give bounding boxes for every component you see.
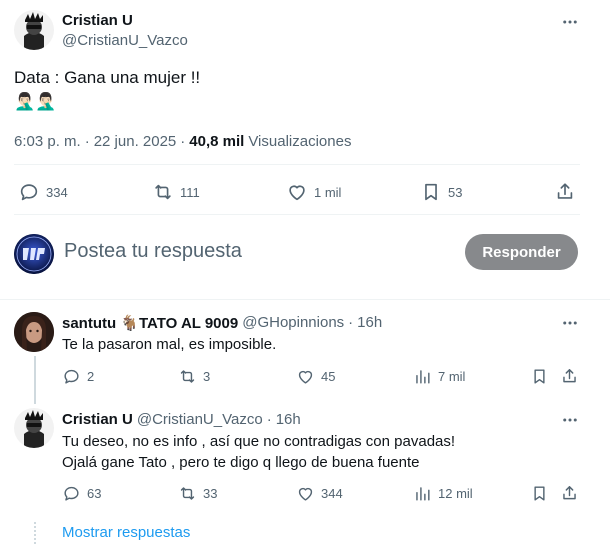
- reply2-author-name[interactable]: Cristian U: [62, 411, 133, 428]
- divider: [14, 214, 580, 215]
- analytics-icon: [413, 484, 432, 503]
- divider: [0, 299, 610, 300]
- views-count: 40,8 mil: [189, 133, 245, 150]
- bookmark-icon: [530, 484, 549, 503]
- post-date[interactable]: 22 jun. 2025: [94, 133, 177, 150]
- reply-icon: [18, 181, 40, 203]
- main-author-handle[interactable]: @CristianU_Vazco: [62, 32, 188, 49]
- post-time[interactable]: 6:03 p. m.: [14, 133, 81, 150]
- main-author-name[interactable]: Cristian U: [62, 12, 133, 29]
- main-author-avatar[interactable]: [14, 10, 54, 50]
- reply2-more-options-icon[interactable]: [556, 406, 584, 434]
- reply1-text: Te la pasaron mal, es imposible.: [62, 336, 277, 353]
- reply-icon: [62, 367, 81, 386]
- reply-icon: [62, 484, 81, 503]
- reply2-views-count: 12 mil: [438, 486, 473, 501]
- reply-submit-button[interactable]: Responder: [465, 234, 578, 270]
- reply2-share-button[interactable]: [560, 484, 579, 503]
- repost-count: 111: [180, 184, 200, 200]
- reply1-views-count: 7 mil: [438, 369, 466, 384]
- reply2-bookmark-button[interactable]: [530, 484, 549, 503]
- reply2-like-count: 344: [321, 486, 343, 501]
- main-share-button[interactable]: [554, 181, 576, 203]
- reply2-reply-button[interactable]: 63: [62, 484, 101, 503]
- divider: [14, 164, 580, 165]
- reply1-like-button[interactable]: 45: [296, 367, 335, 386]
- heart-icon: [286, 181, 308, 203]
- repost-icon: [178, 367, 197, 386]
- reply-count: 334: [46, 184, 68, 200]
- reply1-share-button[interactable]: [560, 367, 579, 386]
- reply1-reply-button[interactable]: 2: [62, 367, 94, 386]
- reply2-repost-button[interactable]: 33: [178, 484, 217, 503]
- reply2-header: Cristian U @CristianU_Vazco · 16h: [62, 411, 301, 428]
- reply1-separator: ·: [348, 314, 354, 331]
- thread-connector: [34, 356, 36, 404]
- reply2-author-handle[interactable]: @CristianU_Vazco: [137, 411, 263, 428]
- heart-icon: [296, 367, 315, 386]
- reply2-repost-count: 33: [203, 486, 218, 501]
- reply1-bookmark-button[interactable]: [530, 367, 549, 386]
- post-meta: 6:03 p. m. · 22 jun. 2025 · 40,8 mil Vis…: [14, 133, 351, 150]
- heart-icon: [296, 484, 315, 503]
- repost-icon: [152, 181, 174, 203]
- reply1-more-options-icon[interactable]: [556, 309, 584, 337]
- reply1-like-count: 45: [321, 369, 336, 384]
- reply1-repost-button[interactable]: 3: [178, 367, 210, 386]
- analytics-icon: [413, 367, 432, 386]
- reply1-author-handle[interactable]: @GHopinnions: [242, 314, 344, 332]
- share-icon: [554, 181, 576, 203]
- reply2-views-button[interactable]: 12 mil: [413, 484, 473, 503]
- reply1-author-name[interactable]: santutu 🐐TATO AL 9009: [62, 314, 238, 332]
- bookmark-count: 53: [448, 184, 463, 200]
- reply-input[interactable]: Postea tu respuesta: [64, 240, 242, 263]
- bookmark-icon: [530, 367, 549, 386]
- meta-separator: ·: [84, 133, 90, 150]
- reply1-repost-count: 3: [203, 369, 211, 384]
- reply1-header: santutu 🐐TATO AL 9009 @GHopinnions · 16h: [62, 314, 382, 332]
- current-user-avatar[interactable]: [14, 234, 54, 274]
- reply1-author-avatar[interactable]: [14, 312, 54, 352]
- reply2-reply-count: 63: [87, 486, 102, 501]
- more-options-icon[interactable]: [556, 8, 584, 36]
- main-bookmark-button[interactable]: 53: [420, 181, 462, 203]
- thread-continuation-dots: [34, 522, 36, 544]
- repost-icon: [178, 484, 197, 503]
- like-count: 1 mil: [314, 184, 342, 200]
- show-replies-link[interactable]: Mostrar respuestas: [62, 524, 190, 541]
- reply2-author-avatar[interactable]: [14, 408, 54, 448]
- reply2-text-line1: Tu deseo, no es info , así que no contra…: [62, 433, 456, 450]
- main-post-emojis: 🤦🏻‍♂️🤦🏻‍♂️: [14, 92, 57, 111]
- reply1-views-button[interactable]: 7 mil: [413, 367, 465, 386]
- reply2-time[interactable]: 16h: [276, 411, 301, 428]
- reply1-time[interactable]: 16h: [357, 314, 382, 332]
- main-reply-button[interactable]: 334: [18, 181, 68, 203]
- reply1-reply-count: 2: [87, 369, 95, 384]
- reply2-text-line2: Ojalá gane Tato , pero te digo q llego d…: [62, 454, 420, 471]
- views-label: Visualizaciones: [248, 133, 352, 150]
- reply2-separator: ·: [266, 411, 272, 428]
- share-icon: [560, 367, 579, 386]
- main-post-text: Data : Gana una mujer !!: [14, 68, 201, 87]
- reply2-like-button[interactable]: 344: [296, 484, 343, 503]
- bookmark-icon: [420, 181, 442, 203]
- share-icon: [560, 484, 579, 503]
- main-like-button[interactable]: 1 mil: [286, 181, 341, 203]
- meta-separator-2: ·: [180, 133, 186, 150]
- main-repost-button[interactable]: 111: [152, 181, 200, 203]
